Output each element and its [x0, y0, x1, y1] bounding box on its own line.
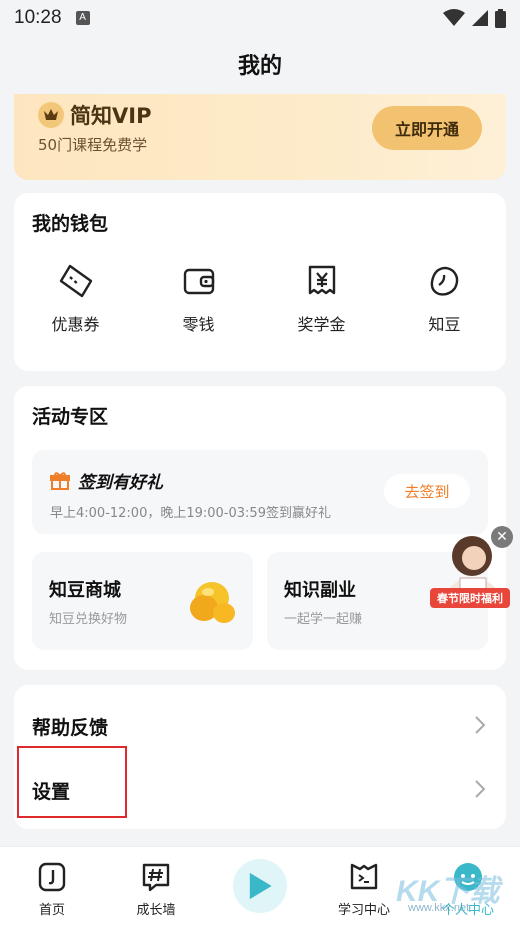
page-title: 我的 — [237, 54, 282, 79]
wallet-item-label: 零钱 — [182, 315, 215, 334]
notification-icon: A — [75, 11, 90, 25]
home-icon — [38, 862, 66, 892]
bean-icon — [430, 266, 458, 296]
vip-title: 简知VIP — [70, 104, 152, 128]
coupon-icon — [59, 264, 92, 298]
close-promo-button[interactable]: ✕ — [491, 526, 513, 548]
play-button[interactable] — [233, 859, 287, 913]
tab-label: 首页 — [38, 903, 65, 918]
tile-title: 知豆商城 — [49, 580, 121, 601]
watermark-url: www.kkx.net — [408, 902, 470, 914]
wallet-title: 我的钱包 — [32, 213, 109, 235]
gift-icon — [50, 471, 70, 490]
status-bar: 10:28 A — [0, 0, 520, 36]
tab-play[interactable] — [208, 847, 312, 926]
row-label: 帮助反馈 — [32, 717, 109, 739]
crown-icon — [38, 102, 64, 128]
wallet-item-coupon[interactable]: 优惠券 — [14, 263, 137, 335]
signin-subtitle: 早上4:00-12:00，晚上19:00-03:59签到赢好礼 — [50, 506, 331, 521]
wallet-icon — [183, 268, 214, 295]
scholarship-icon — [308, 265, 335, 295]
signin-title: 签到有好礼 — [78, 473, 163, 493]
study-center-icon — [350, 863, 378, 890]
tile-title: 知识副业 — [284, 580, 356, 601]
hashtag-icon — [142, 863, 170, 892]
gold-beans-icon — [190, 582, 235, 623]
wallet-item-change[interactable]: 零钱 — [137, 263, 260, 335]
status-icons — [443, 8, 506, 28]
wallet-item-label: 奖学金 — [297, 315, 346, 334]
tab-label: 成长墙 — [136, 903, 176, 918]
tab-home[interactable]: 首页 — [0, 847, 104, 926]
promo-badge-label: 春节限时福利 — [430, 588, 510, 608]
settings-highlight-box — [17, 746, 127, 818]
vip-title-row: 简知VIP — [38, 100, 151, 130]
vip-subtitle: 50门课程免费学 — [38, 136, 148, 154]
wallet-item-bean[interactable]: 知豆 — [383, 263, 506, 335]
signal-icon — [472, 10, 488, 26]
wallet-card: 我的钱包 优惠券 零钱 奖学金 知豆 — [14, 193, 506, 371]
activity-title: 活动专区 — [32, 406, 109, 428]
wallet-item-label: 知豆 — [428, 315, 461, 334]
tile-subtitle: 知豆兑换好物 — [49, 612, 128, 627]
wifi-icon — [443, 9, 465, 26]
wallet-item-label: 优惠券 — [51, 315, 100, 334]
status-time: 10:28 — [14, 7, 62, 28]
tab-label: 学习中心 — [337, 903, 390, 918]
bean-mall-tile[interactable]: 知豆商城 知豆兑换好物 — [32, 552, 253, 650]
vip-banner[interactable]: 简知VIP 50门课程免费学 立即开通 — [14, 94, 506, 180]
vip-open-button[interactable]: 立即开通 — [372, 106, 482, 150]
tab-growth-wall[interactable]: 成长墙 — [104, 847, 208, 926]
tile-subtitle: 一起学一起赚 — [284, 612, 363, 627]
signin-title-row: 签到有好礼 — [50, 468, 163, 493]
signin-banner[interactable]: 签到有好礼 早上4:00-12:00，晚上19:00-03:59签到赢好礼 去签… — [32, 450, 488, 534]
signin-button[interactable]: 去签到 — [384, 474, 470, 508]
wallet-items: 优惠券 零钱 奖学金 知豆 — [14, 263, 506, 335]
wallet-item-scholarship[interactable]: 奖学金 — [260, 263, 383, 335]
chevron-right-icon — [475, 780, 486, 798]
battery-icon — [495, 8, 506, 28]
play-icon — [249, 872, 272, 900]
chevron-right-icon — [475, 716, 486, 734]
